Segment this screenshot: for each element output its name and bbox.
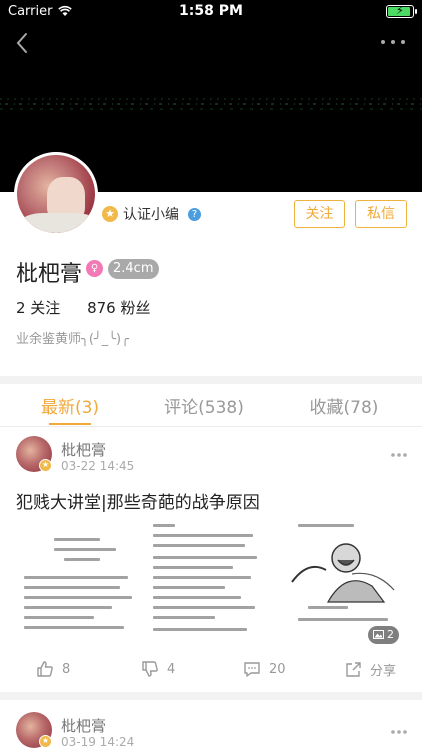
female-gender-icon: ♀ xyxy=(86,260,103,277)
back-arrow-icon[interactable] xyxy=(10,28,36,58)
active-tab-indicator xyxy=(49,423,91,425)
thumbs-down-icon xyxy=(142,661,158,677)
section-divider xyxy=(0,376,422,384)
tab-divider xyxy=(0,426,422,427)
verified-star-icon: ★ xyxy=(39,459,52,472)
tab-latest[interactable]: 最新(3) xyxy=(0,393,140,418)
like-count: 8 xyxy=(62,661,71,677)
like-button[interactable]: 8 xyxy=(36,660,70,678)
image-count: 2 xyxy=(387,628,394,641)
status-bar: Carrier 1:58 PM ⚡ xyxy=(0,0,422,22)
comment-button[interactable]: 20 xyxy=(243,660,286,678)
tab-favorites[interactable]: 收藏(78) xyxy=(274,393,414,418)
verified-editor-tag: ★ 认证小编 ? xyxy=(102,204,201,224)
comment-count: 20 xyxy=(269,661,286,677)
meme-illustration xyxy=(291,543,395,603)
post-more-icon[interactable] xyxy=(390,452,408,458)
post-image-thumbnail[interactable] xyxy=(146,520,276,644)
charging-bolt-icon: ⚡ xyxy=(396,4,404,17)
verified-star-icon: ★ xyxy=(102,206,118,222)
share-button[interactable]: 分享 xyxy=(344,660,396,679)
gallery-icon xyxy=(373,630,384,639)
verified-label: 认证小编 xyxy=(123,207,179,223)
more-options-icon[interactable] xyxy=(378,34,408,50)
battery-icon: ⚡ xyxy=(386,4,417,18)
followers-count[interactable]: 876 粉丝 xyxy=(87,299,150,317)
dislike-count: 4 xyxy=(167,661,176,677)
profile-bio: 业余鉴黄师╮(╯_╰)╭ xyxy=(16,332,129,347)
post-image-thumbnail[interactable] xyxy=(16,520,146,644)
clock: 1:58 PM xyxy=(179,3,243,19)
post-author-name[interactable]: 枇杷膏 xyxy=(61,439,106,460)
comment-bubble-icon xyxy=(244,662,260,677)
post-more-icon[interactable] xyxy=(390,729,408,735)
follow-stats: 2 关注 876 粉丝 xyxy=(16,297,173,318)
profile-name: 枇杷膏 xyxy=(16,262,83,287)
post-title[interactable]: 犯贱大讲堂|那些奇葩的战争原因 xyxy=(16,488,260,513)
size-badge: 2.4cm xyxy=(108,259,159,279)
post-timestamp: 03-19 14:24 xyxy=(61,735,135,749)
thumbs-up-icon xyxy=(37,661,53,677)
post-timestamp: 03-22 14:45 xyxy=(61,459,135,473)
banner-image-strip xyxy=(0,98,422,110)
share-label: 分享 xyxy=(370,664,397,679)
profile-avatar[interactable] xyxy=(14,152,98,236)
tab-comments[interactable]: 评论(538) xyxy=(134,393,274,418)
image-count-badge: 2 xyxy=(368,626,399,644)
following-count[interactable]: 2 关注 xyxy=(16,299,60,317)
post-divider xyxy=(0,692,422,700)
help-question-icon[interactable]: ? xyxy=(188,207,201,221)
post-author-name[interactable]: 枇杷膏 xyxy=(61,715,106,736)
message-button[interactable]: 私信 xyxy=(355,200,407,228)
verified-star-icon: ★ xyxy=(39,735,52,748)
share-icon xyxy=(346,661,361,677)
dislike-button[interactable]: 4 xyxy=(141,660,175,678)
follow-button[interactable]: 关注 xyxy=(294,200,345,228)
